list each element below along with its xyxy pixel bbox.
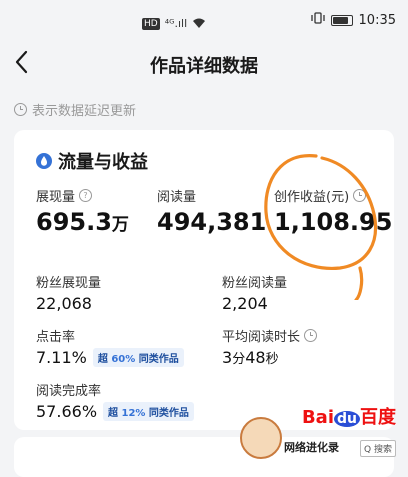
watermark: Bai du 百度 网络进化录 Q 搜索 bbox=[240, 403, 400, 461]
delay-notice: 表示数据延迟更新 bbox=[14, 100, 136, 119]
signal-icon: ⁴ᴳ.ıll bbox=[164, 17, 188, 30]
clock-icon bbox=[14, 103, 27, 116]
question-icon[interactable]: ? bbox=[79, 189, 93, 202]
battery-icon bbox=[330, 14, 353, 26]
nav-bar: 作品详细数据 bbox=[0, 44, 408, 84]
page-title: 作品详细数据 bbox=[150, 56, 258, 77]
reads-value: 494,381 bbox=[157, 208, 267, 236]
status-icons: HD ⁴ᴳ.ıll bbox=[142, 14, 206, 33]
completion-rate-badge: 超 12% 同类作品 bbox=[103, 402, 194, 421]
ctr-label: 点击率 bbox=[36, 330, 76, 345]
completion-rate-unit: % bbox=[81, 402, 98, 421]
completion-rate-label: 阅读完成率 bbox=[36, 384, 102, 399]
impressions-label: 展现量 bbox=[36, 190, 76, 205]
stat-completion-rate[interactable]: 阅读完成率 57.66% 超 12% 同类作品 bbox=[36, 380, 194, 421]
wifi-icon bbox=[192, 14, 206, 33]
impressions-value: 695.3 bbox=[36, 208, 112, 236]
status-time: 10:35 bbox=[358, 12, 396, 28]
watermark-subtitle: 网络进化录 bbox=[284, 441, 339, 454]
delay-notice-text: 表示数据延迟更新 bbox=[32, 104, 137, 119]
stat-fan-impressions[interactable]: 粉丝展现量 22,068 bbox=[36, 272, 101, 313]
ctr-badge: 超 60% 同类作品 bbox=[92, 348, 184, 367]
status-bar: HD ⁴ᴳ.ıll 10:35 bbox=[0, 0, 408, 44]
stat-reads[interactable]: 阅读量 494,381 bbox=[157, 186, 266, 236]
impressions-unit: 万 bbox=[111, 215, 129, 235]
status-right: 10:35 bbox=[310, 12, 396, 28]
stat-ctr[interactable]: 点击率 7.11% 超 60% 同类作品 bbox=[36, 326, 184, 367]
stat-impressions[interactable]: 展现量 ? 695.3万 bbox=[36, 186, 129, 236]
watermark-search: Q 搜索 bbox=[360, 440, 396, 457]
baidu-logo: Bai du 百度 bbox=[301, 407, 396, 428]
ctr-unit: % bbox=[71, 348, 87, 367]
hd-badge: HD bbox=[142, 17, 160, 30]
drop-icon bbox=[36, 153, 52, 169]
completion-rate-value: 57.66 bbox=[36, 402, 82, 421]
reads-label: 阅读量 bbox=[157, 190, 197, 205]
section-title-text: 流量与收益 bbox=[58, 152, 148, 173]
fan-impressions-value: 22,068 bbox=[36, 294, 92, 313]
ctr-value: 7.11 bbox=[36, 348, 72, 367]
clock-icon bbox=[304, 329, 318, 342]
mascot-icon bbox=[240, 417, 282, 459]
stat-avg-read-time[interactable]: 平均阅读时长 3分48秒 bbox=[222, 326, 318, 367]
fan-impressions-label: 粉丝展现量 bbox=[36, 276, 102, 291]
vibrate-icon bbox=[310, 12, 325, 28]
avg-read-time-label: 平均阅读时长 bbox=[222, 330, 301, 345]
avg-read-time-value: 3分48秒 bbox=[222, 348, 279, 367]
annotation-circle bbox=[264, 154, 378, 300]
section-title: 流量与收益 bbox=[36, 148, 148, 174]
